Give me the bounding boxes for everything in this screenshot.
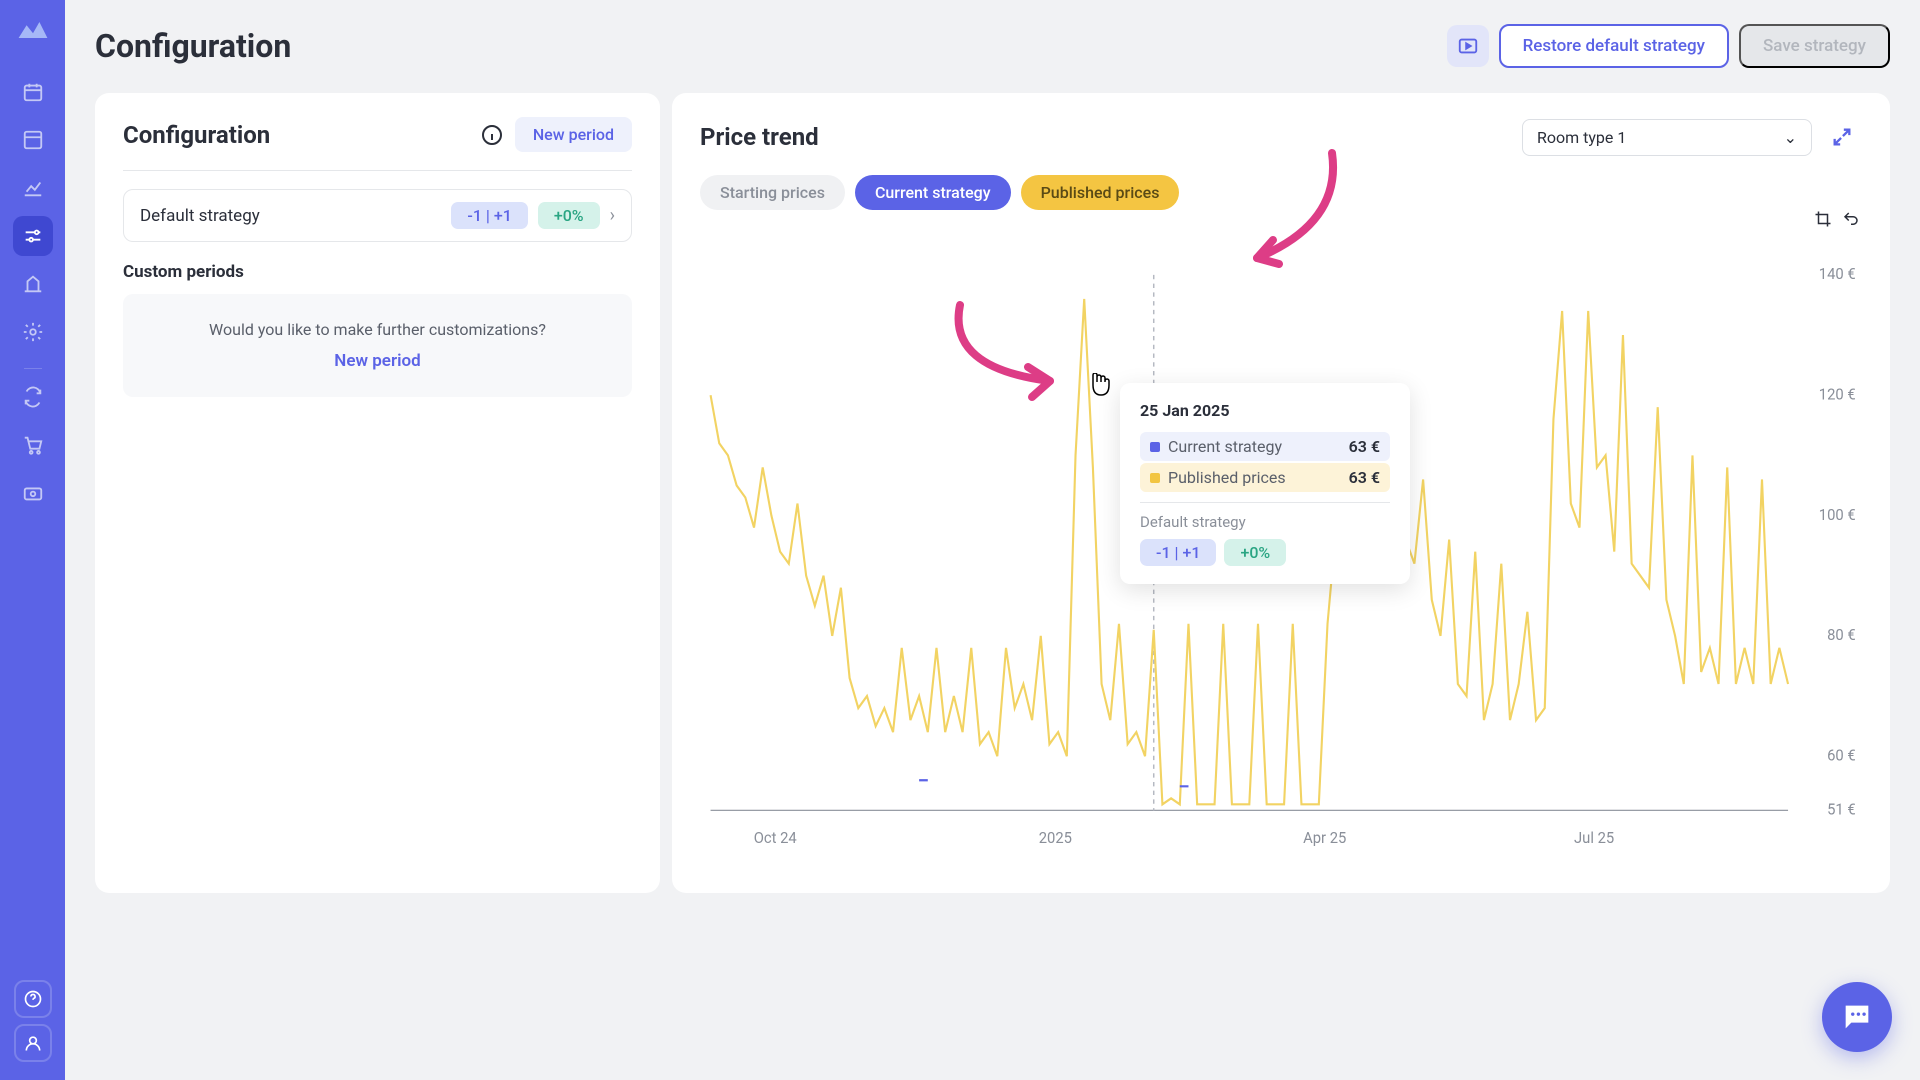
nav-calendar-icon[interactable] [13, 72, 53, 112]
svg-text:60 €: 60 € [1827, 746, 1856, 764]
pill-current-strategy[interactable]: Current strategy [855, 175, 1011, 210]
nav-sync-icon[interactable] [13, 377, 53, 417]
chart-tooltip: 25 Jan 2025 Current strategy 63 € Publis… [1120, 383, 1410, 584]
tooltip-pct-badge: +0% [1224, 539, 1286, 566]
custom-periods-box: Would you like to make further customiza… [123, 294, 632, 397]
svg-text:Jul 25: Jul 25 [1574, 829, 1614, 847]
crop-icon[interactable] [1812, 208, 1834, 230]
save-strategy-button[interactable]: Save strategy [1739, 24, 1890, 68]
expand-button[interactable] [1822, 117, 1862, 157]
svg-text:140 €: 140 € [1819, 265, 1856, 283]
nav-gear-icon[interactable] [13, 312, 53, 352]
svg-text:80 €: 80 € [1827, 626, 1856, 644]
tooltip-strategy-label: Default strategy [1140, 513, 1390, 531]
page-title: Configuration [95, 27, 291, 65]
svg-text:Apr 25: Apr 25 [1303, 829, 1346, 847]
svg-text:Oct 24: Oct 24 [754, 829, 798, 847]
pill-published-prices[interactable]: Published prices [1021, 175, 1180, 210]
price-trend-panel: Price trend Room type 1 ⌄ Starting price… [672, 93, 1890, 893]
room-select-value: Room type 1 [1537, 128, 1626, 147]
nav-cart-icon[interactable] [13, 425, 53, 465]
help-chat-button[interactable] [1822, 982, 1892, 1052]
strategy-pct-badge: +0% [538, 202, 600, 229]
room-type-select[interactable]: Room type 1 ⌄ [1522, 119, 1812, 156]
nav-layout-icon[interactable] [13, 120, 53, 160]
video-tutorial-button[interactable] [1447, 25, 1489, 67]
legend-pills: Starting prices Current strategy Publish… [700, 175, 1862, 210]
divider [123, 170, 632, 171]
custom-periods-label: Custom periods [123, 262, 632, 282]
svg-text:100 €: 100 € [1819, 506, 1856, 524]
strategy-minmax-badge: -1 | +1 [451, 202, 527, 229]
nav-building-icon[interactable] [13, 264, 53, 304]
sidebar [0, 0, 65, 1080]
strategy-name: Default strategy [140, 206, 260, 226]
nav-sliders-icon[interactable] [13, 216, 53, 256]
restore-default-button[interactable]: Restore default strategy [1499, 24, 1729, 68]
tooltip-row-current: Current strategy 63 € [1140, 432, 1390, 461]
nav-cash-icon[interactable] [13, 473, 53, 513]
nav-chart-icon[interactable] [13, 168, 53, 208]
tooltip-date: 25 Jan 2025 [1140, 401, 1390, 420]
trend-title: Price trend [700, 123, 819, 151]
nav-divider [24, 368, 42, 369]
svg-text:51 €: 51 € [1827, 800, 1856, 818]
logo [17, 18, 49, 42]
undo-icon[interactable] [1840, 208, 1862, 230]
user-icon[interactable] [14, 1024, 52, 1062]
tooltip-minmax-badge: -1 | +1 [1140, 539, 1216, 566]
config-title: Configuration [123, 121, 270, 149]
svg-text:120 €: 120 € [1819, 385, 1856, 403]
header: Configuration Restore default strategy S… [95, 18, 1890, 73]
new-period-button[interactable]: New period [515, 117, 632, 152]
main: Configuration Restore default strategy S… [65, 0, 1920, 1080]
help-icon[interactable] [14, 980, 52, 1018]
pill-starting-prices[interactable]: Starting prices [700, 175, 845, 210]
tooltip-row-published: Published prices 63 € [1140, 463, 1390, 492]
custom-prompt: Would you like to make further customiza… [143, 320, 612, 339]
default-strategy-row[interactable]: Default strategy -1 | +1 +0% › [123, 189, 632, 242]
info-icon[interactable] [479, 122, 505, 148]
chevron-right-icon: › [610, 205, 615, 226]
chevron-down-icon: ⌄ [1784, 128, 1797, 147]
svg-text:2025: 2025 [1039, 829, 1072, 847]
custom-new-period-button[interactable]: New period [334, 351, 420, 371]
configuration-panel: Configuration New period Default strateg… [95, 93, 660, 893]
